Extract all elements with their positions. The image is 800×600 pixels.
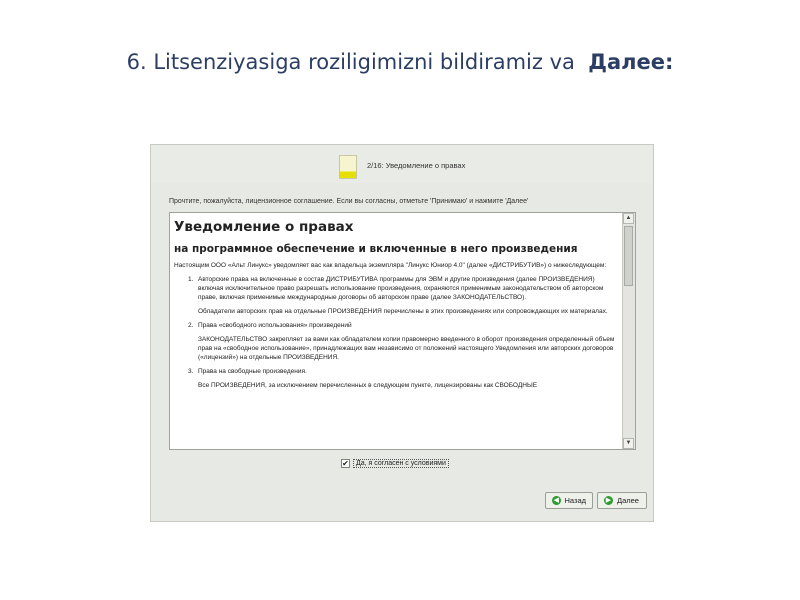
scroll-thumb[interactable]: [624, 226, 633, 286]
license-heading: Уведомление о правах: [174, 219, 354, 235]
instruction-text: Прочтите, пожалуйста, лицензионное согла…: [169, 198, 529, 205]
list-item-text: Права «свободного использования» произве…: [198, 322, 352, 329]
list-number: 1.: [188, 276, 194, 283]
license-subheading: на программное обеспечение и включенные …: [174, 243, 578, 255]
list-item: Все ПРОИЗВЕДЕНИЯ, за исключением перечис…: [174, 381, 620, 390]
license-content: Уведомление о правах на программное обес…: [174, 215, 620, 395]
next-button[interactable]: ▶ Далее: [597, 492, 647, 509]
slide-title-text: 6. Litsenziyasiga roziligimizni bildiram…: [126, 50, 575, 74]
agree-row[interactable]: ✔ Да, я согласен с условиями: [341, 457, 449, 469]
list-item: 2. Права «свободного использования» произ…: [174, 321, 620, 330]
agree-checkbox[interactable]: ✔: [341, 458, 350, 468]
scroll-down-arrow-icon[interactable]: ▼: [623, 438, 634, 449]
back-button-label: Назад: [564, 496, 587, 505]
list-item-text: Обладатели авторских прав на отдельные П…: [198, 308, 608, 315]
next-arrow-icon: ▶: [604, 496, 613, 505]
license-list: 1. Авторские права на включенные в состав…: [174, 275, 620, 390]
list-item-text: Авторские права на включенные в состав Д…: [198, 276, 604, 301]
next-button-label: Далее: [617, 496, 639, 505]
back-arrow-icon: ◀: [552, 496, 561, 505]
license-textarea[interactable]: Уведомление о правах на программное обес…: [169, 212, 636, 450]
list-item: 1. Авторские права на включенные в состав…: [174, 275, 620, 302]
installer-screenshot: 2/16: Уведомление о правах Прочтите, пож…: [150, 144, 654, 522]
scroll-up-arrow-icon[interactable]: ▲: [623, 213, 634, 224]
list-number: 2.: [188, 322, 194, 329]
slide-title-bold: Далее:: [588, 50, 674, 74]
list-item: Обладатели авторских прав на отдельные П…: [174, 307, 620, 316]
license-scrollbar[interactable]: ▲ ▼: [622, 213, 635, 449]
list-item: 3. Права на свободные произведения.: [174, 367, 620, 376]
step-title: 2/16: Уведомление о правах: [367, 161, 466, 170]
list-number: 3.: [188, 368, 194, 375]
slide-title: 6. Litsenziyasiga roziligimizni bildiram…: [0, 50, 800, 74]
list-item-text: ЗАКОНОДАТЕЛЬСТВО закрепляет за вами как …: [198, 336, 615, 361]
step-header: 2/16: Уведомление о правах: [151, 145, 653, 183]
back-button[interactable]: ◀ Назад: [545, 492, 593, 509]
agree-label[interactable]: Да, я согласен с условиями: [353, 458, 449, 468]
license-intro: Настоящим ООО «Альт Линукс» уведомляет в…: [174, 262, 607, 269]
list-item: ЗАКОНОДАТЕЛЬСТВО закрепляет за вами как …: [174, 335, 620, 362]
document-icon: [339, 155, 357, 179]
list-item-text: Права на свободные произведения.: [198, 368, 307, 375]
list-item-text: Все ПРОИЗВЕДЕНИЯ, за исключением перечис…: [198, 382, 538, 389]
